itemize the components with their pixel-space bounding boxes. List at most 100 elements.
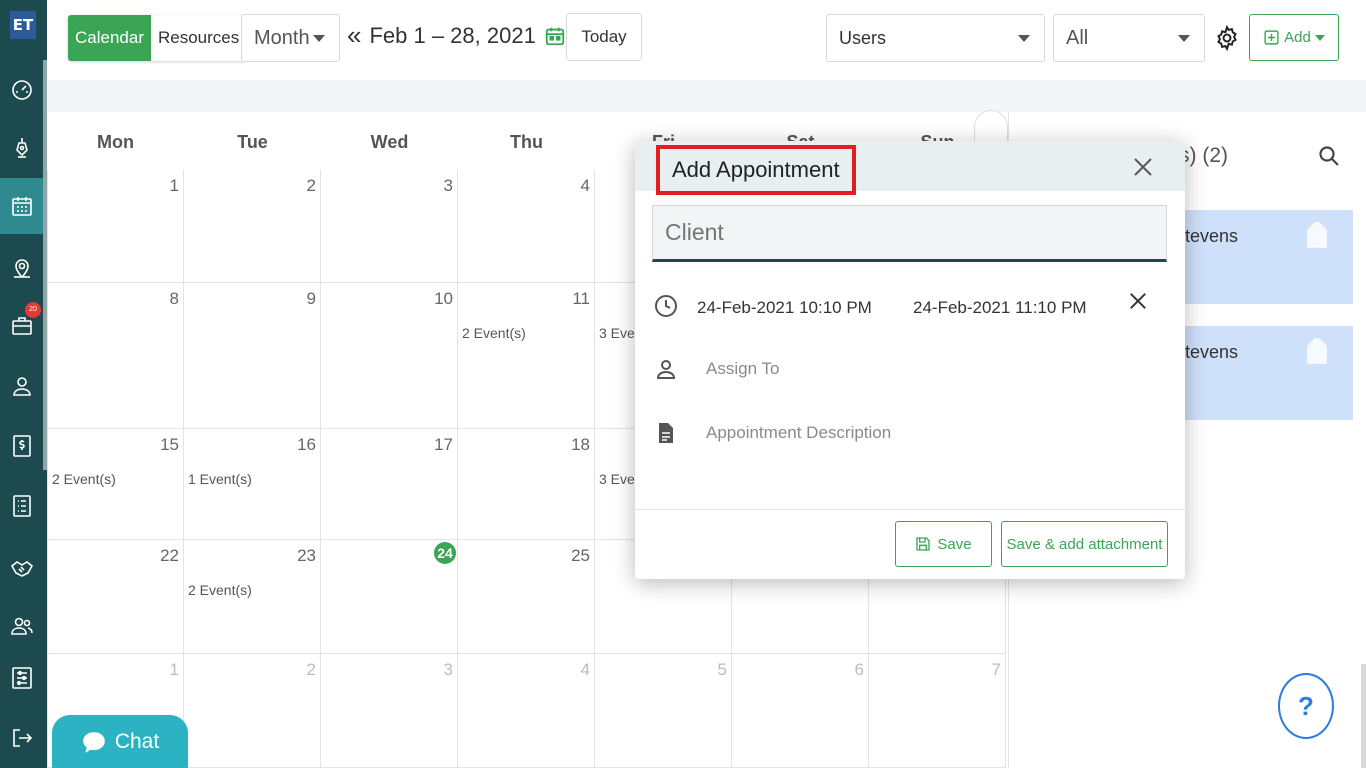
dialog-divider bbox=[635, 509, 1185, 510]
day-number: 1 bbox=[169, 660, 179, 679]
day-header: Tue bbox=[237, 132, 268, 152]
calendar-day-cell[interactable]: 8 bbox=[47, 283, 184, 429]
tag-icon bbox=[1307, 338, 1327, 364]
end-datetime[interactable]: 24-Feb-2021 11:10 PM bbox=[913, 298, 1087, 318]
calendar-day-cell[interactable]: 16 1 Event(s) bbox=[184, 429, 321, 540]
sidebar-item-team[interactable] bbox=[0, 598, 43, 654]
add-button-label: Add bbox=[1284, 29, 1311, 46]
calendar-day-cell[interactable]: 3 bbox=[321, 654, 458, 768]
list-icon bbox=[12, 495, 31, 517]
day-number: 18 bbox=[571, 435, 590, 454]
event-count-link[interactable]: 2 Event(s) bbox=[188, 582, 252, 598]
assign-row[interactable]: Assign To bbox=[654, 357, 779, 381]
day-number: 3 bbox=[443, 176, 453, 195]
sidebar-item-logout[interactable] bbox=[0, 710, 43, 766]
sidebar-item-jobs[interactable]: 20 bbox=[0, 298, 43, 354]
gear-icon[interactable] bbox=[1214, 25, 1240, 51]
notification-badge: 20 bbox=[25, 302, 41, 318]
day-number: 5 bbox=[717, 660, 727, 679]
chevron-down-icon bbox=[1018, 35, 1030, 42]
calendar-day-cell[interactable]: 22 bbox=[47, 540, 184, 654]
day-number: 8 bbox=[169, 289, 179, 308]
panel-title: s) (2) bbox=[1179, 144, 1228, 167]
day-header: Mon bbox=[97, 132, 134, 152]
day-number: 1 bbox=[169, 176, 179, 195]
toolbar: Calendar Resources Month « Feb 1 – 28, 2… bbox=[47, 0, 1366, 80]
day-number: 23 bbox=[297, 546, 316, 565]
settings-sliders-icon bbox=[11, 667, 32, 689]
calendar-day-cell[interactable]: 15 2 Event(s) bbox=[47, 429, 184, 540]
calendar-day-cell[interactable]: 10 bbox=[321, 283, 458, 429]
calendar-day-cell[interactable]: 6 bbox=[732, 654, 869, 768]
app-logo[interactable]: ET bbox=[10, 11, 36, 39]
sidebar-item-dashboard[interactable] bbox=[0, 62, 43, 118]
close-icon[interactable] bbox=[1133, 157, 1153, 177]
event-count-link[interactable]: 2 Event(s) bbox=[52, 471, 116, 487]
resource-card[interactable]: tevens bbox=[1173, 326, 1353, 420]
client-input[interactable] bbox=[652, 205, 1167, 262]
calendar-tab[interactable]: Calendar bbox=[68, 15, 151, 61]
calendar-day-cell[interactable]: 11 2 Event(s) bbox=[458, 283, 595, 429]
calendar-day-cell[interactable]: 24 bbox=[321, 540, 458, 654]
description-row[interactable]: Appointment Description bbox=[654, 421, 891, 445]
appointment-description-field[interactable]: Appointment Description bbox=[706, 423, 891, 443]
view-select[interactable]: Month bbox=[241, 14, 340, 62]
start-datetime[interactable]: 24-Feb-2021 10:10 PM bbox=[697, 298, 872, 318]
calendar-day-cell[interactable]: 25 bbox=[458, 540, 595, 654]
sidebar-item-map[interactable] bbox=[0, 240, 43, 296]
resource-name: tevens bbox=[1185, 342, 1239, 362]
save-add-attachment-button[interactable]: Save & add attachment bbox=[1001, 521, 1168, 567]
chat-button[interactable]: Chat bbox=[52, 715, 188, 768]
view-select-value: Month bbox=[254, 27, 310, 49]
dashboard-gauge-icon bbox=[11, 80, 32, 100]
page-scrollbar[interactable] bbox=[1361, 664, 1366, 768]
users-select[interactable]: Users bbox=[826, 14, 1045, 62]
add-button[interactable]: Add bbox=[1249, 14, 1339, 61]
resources-tab[interactable]: Resources bbox=[151, 15, 247, 61]
filter-select[interactable]: All bbox=[1053, 14, 1205, 62]
users-icon bbox=[10, 617, 33, 635]
document-icon bbox=[659, 423, 673, 443]
map-pin-icon bbox=[13, 259, 30, 279]
dialog-title: Add Appointment bbox=[656, 145, 856, 195]
sidebar-item-customers[interactable] bbox=[0, 358, 43, 414]
users-select-value: Users bbox=[839, 28, 887, 48]
day-number: 22 bbox=[160, 546, 179, 565]
calendar-day-cell[interactable]: 1 bbox=[47, 170, 184, 283]
sidebar-item-calendar[interactable] bbox=[0, 178, 43, 234]
day-number: 2 bbox=[306, 660, 316, 679]
assign-to-field[interactable]: Assign To bbox=[706, 359, 779, 379]
sidebar-item-invoices[interactable] bbox=[0, 418, 43, 474]
day-number: 2 bbox=[306, 176, 316, 195]
sidebar-item-lists[interactable] bbox=[0, 478, 43, 534]
calendar-day-cell[interactable]: 5 bbox=[595, 654, 732, 768]
calendar-day-cell[interactable]: 18 bbox=[458, 429, 595, 540]
calendar-day-cell[interactable]: 2 bbox=[184, 654, 321, 768]
sidebar-item-estimates[interactable] bbox=[0, 120, 43, 176]
chat-label: Chat bbox=[114, 729, 160, 753]
calendar-day-cell[interactable]: 7 bbox=[869, 654, 1006, 768]
day-number: 10 bbox=[434, 289, 453, 308]
pen-nib-icon bbox=[15, 138, 28, 158]
prev-range-button[interactable]: « bbox=[347, 20, 361, 51]
calendar-day-cell[interactable]: 2 bbox=[184, 170, 321, 283]
date-picker-icon[interactable] bbox=[544, 25, 566, 47]
save-button[interactable]: Save bbox=[895, 521, 992, 567]
day-number: 15 bbox=[160, 435, 179, 454]
today-button[interactable]: Today bbox=[566, 13, 642, 61]
sidebar-item-deals[interactable] bbox=[0, 540, 43, 596]
calendar-day-cell[interactable]: 4 bbox=[458, 170, 595, 283]
event-count-link[interactable]: 2 Event(s) bbox=[462, 325, 526, 341]
calendar-day-cell[interactable]: 3 bbox=[321, 170, 458, 283]
help-button[interactable]: ? bbox=[1278, 673, 1334, 739]
clear-time-icon[interactable] bbox=[1129, 292, 1147, 310]
calendar-day-cell[interactable]: 9 bbox=[184, 283, 321, 429]
calendar-day-cell[interactable]: 23 2 Event(s) bbox=[184, 540, 321, 654]
event-count-link[interactable]: 1 Event(s) bbox=[188, 471, 252, 487]
calendar-day-cell[interactable]: 4 bbox=[458, 654, 595, 768]
calendar-day-cell[interactable]: 17 bbox=[321, 429, 458, 540]
sidebar-item-settings[interactable] bbox=[0, 650, 43, 706]
search-icon[interactable] bbox=[1317, 144, 1341, 168]
resource-card[interactable]: tevens bbox=[1173, 210, 1353, 304]
save-button-label: Save bbox=[937, 535, 972, 553]
